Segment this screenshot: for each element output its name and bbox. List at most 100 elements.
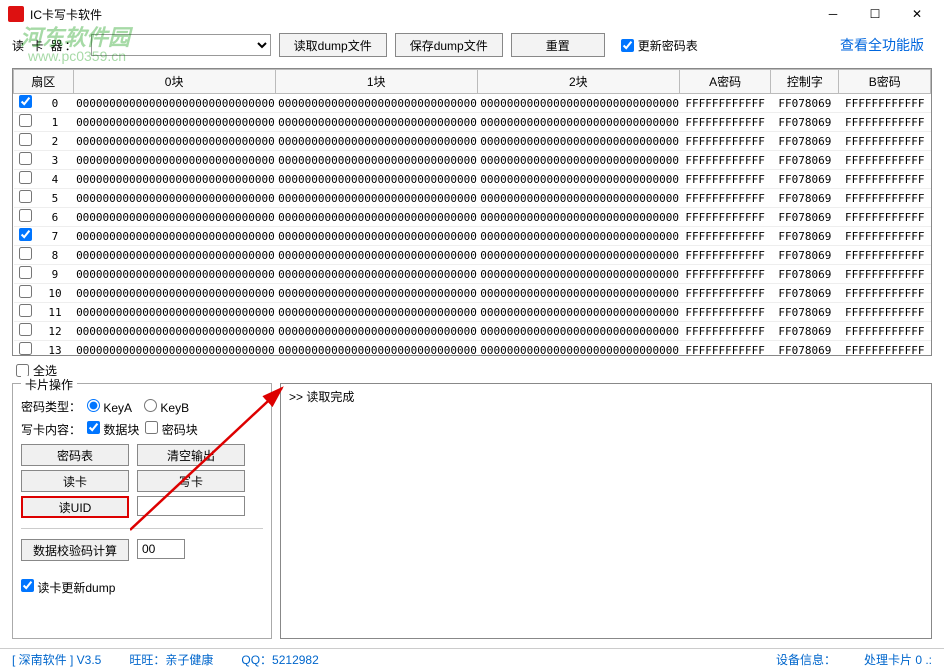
cell-b0: 00000000000000000000000000000000 — [73, 284, 275, 303]
pwd-block-checkbox[interactable]: 密码块 — [145, 421, 197, 438]
cell-b2: 00000000000000000000000000000000 — [477, 132, 679, 151]
cell-ctrl: FF078069 — [771, 322, 839, 341]
read-card-button[interactable]: 读卡 — [21, 470, 129, 492]
table-row[interactable]: 7 00000000000000000000000000000000 00000… — [14, 227, 931, 246]
cell-keya: FFFFFFFFFFFF — [679, 170, 770, 189]
cell-sector: 13 — [37, 341, 73, 357]
cell-keya: FFFFFFFFFFFF — [679, 341, 770, 357]
cell-sector: 6 — [37, 208, 73, 227]
update-pwd-input[interactable] — [621, 39, 634, 52]
select-all-checkbox[interactable]: 全选 — [16, 362, 928, 379]
update-dump-checkbox[interactable]: 读卡更新dump — [21, 579, 115, 596]
row-checkbox[interactable] — [19, 323, 32, 336]
keya-radio[interactable]: KeyA — [87, 399, 132, 415]
read-uid-button[interactable]: 读UID — [21, 496, 129, 518]
write-content-label: 写卡内容： — [21, 421, 81, 438]
cell-b1: 00000000000000000000000000000000 — [275, 284, 477, 303]
row-checkbox[interactable] — [19, 190, 32, 203]
cell-keyb: FFFFFFFFFFFF — [839, 170, 931, 189]
table-row[interactable]: 13 00000000000000000000000000000000 0000… — [14, 341, 931, 357]
crc-field[interactable] — [137, 539, 185, 559]
row-checkbox[interactable] — [19, 152, 32, 165]
clear-output-button[interactable]: 清空输出 — [137, 444, 245, 466]
cell-sector: 2 — [37, 132, 73, 151]
cell-keya: FFFFFFFFFFFF — [679, 322, 770, 341]
row-checkbox[interactable] — [19, 285, 32, 298]
status-card: 处理卡片 0 .: — [864, 651, 932, 668]
cell-sector: 0 — [37, 94, 73, 113]
row-checkbox[interactable] — [19, 342, 32, 355]
row-checkbox[interactable] — [19, 95, 32, 108]
cell-sector: 1 — [37, 113, 73, 132]
cell-b1: 00000000000000000000000000000000 — [275, 246, 477, 265]
col-b0[interactable]: 0块 — [73, 70, 275, 94]
cell-b1: 00000000000000000000000000000000 — [275, 189, 477, 208]
cell-b2: 00000000000000000000000000000000 — [477, 284, 679, 303]
cell-b2: 00000000000000000000000000000000 — [477, 170, 679, 189]
read-dump-button[interactable]: 读取dump文件 — [279, 33, 387, 57]
cell-b1: 00000000000000000000000000000000 — [275, 151, 477, 170]
cell-b1: 00000000000000000000000000000000 — [275, 303, 477, 322]
reset-button[interactable]: 重置 — [511, 33, 605, 57]
update-pwd-checkbox[interactable]: 更新密码表 — [621, 37, 698, 54]
table-row[interactable]: 3 00000000000000000000000000000000 00000… — [14, 151, 931, 170]
row-checkbox[interactable] — [19, 133, 32, 146]
cell-b1: 00000000000000000000000000000000 — [275, 322, 477, 341]
crc-button[interactable]: 数据校验码计算 — [21, 539, 129, 561]
uid-field[interactable] — [137, 496, 245, 516]
cell-sector: 11 — [37, 303, 73, 322]
cell-sector: 8 — [37, 246, 73, 265]
save-dump-button[interactable]: 保存dump文件 — [395, 33, 503, 57]
row-checkbox[interactable] — [19, 266, 32, 279]
cell-b2: 00000000000000000000000000000000 — [477, 113, 679, 132]
keyb-radio[interactable]: KeyB — [144, 399, 189, 415]
row-checkbox[interactable] — [19, 304, 32, 317]
col-b2[interactable]: 2块 — [477, 70, 679, 94]
cell-keya: FFFFFFFFFFFF — [679, 265, 770, 284]
col-keya[interactable]: A密码 — [679, 70, 770, 94]
cell-sector: 9 — [37, 265, 73, 284]
write-card-button[interactable]: 写卡 — [137, 470, 245, 492]
cell-b2: 00000000000000000000000000000000 — [477, 151, 679, 170]
cell-b2: 00000000000000000000000000000000 — [477, 189, 679, 208]
reader-select[interactable] — [91, 34, 271, 56]
row-checkbox[interactable] — [19, 171, 32, 184]
cell-keyb: FFFFFFFFFFFF — [839, 246, 931, 265]
table-row[interactable]: 2 00000000000000000000000000000000 00000… — [14, 132, 931, 151]
cell-sector: 5 — [37, 189, 73, 208]
full-version-link[interactable]: 查看全功能版 — [840, 35, 924, 55]
cell-b2: 00000000000000000000000000000000 — [477, 227, 679, 246]
cell-b0: 00000000000000000000000000000000 — [73, 170, 275, 189]
table-row[interactable]: 11 00000000000000000000000000000000 0000… — [14, 303, 931, 322]
card-ops-panel: 卡片操作 密码类型： KeyA KeyB 写卡内容： 数据块 密码块 密码表 清… — [12, 383, 272, 639]
col-sector[interactable]: 扇区 — [14, 70, 74, 94]
table-row[interactable]: 12 00000000000000000000000000000000 0000… — [14, 322, 931, 341]
table-row[interactable]: 9 00000000000000000000000000000000 00000… — [14, 265, 931, 284]
maximize-button[interactable]: ☐ — [856, 2, 894, 26]
cell-keyb: FFFFFFFFFFFF — [839, 94, 931, 113]
table-row[interactable]: 6 00000000000000000000000000000000 00000… — [14, 208, 931, 227]
cell-ctrl: FF078069 — [771, 227, 839, 246]
table-row[interactable]: 0 00000000000000000000000000000000 00000… — [14, 94, 931, 113]
col-keyb[interactable]: B密码 — [839, 70, 931, 94]
table-row[interactable]: 5 00000000000000000000000000000000 00000… — [14, 189, 931, 208]
row-checkbox[interactable] — [19, 114, 32, 127]
close-button[interactable]: ✕ — [898, 2, 936, 26]
col-ctrl[interactable]: 控制字 — [771, 70, 839, 94]
data-block-checkbox[interactable]: 数据块 — [87, 421, 139, 438]
col-b1[interactable]: 1块 — [275, 70, 477, 94]
table-row[interactable]: 8 00000000000000000000000000000000 00000… — [14, 246, 931, 265]
cell-b0: 00000000000000000000000000000000 — [73, 341, 275, 357]
minimize-button[interactable]: ─ — [814, 2, 852, 26]
cell-keya: FFFFFFFFFFFF — [679, 303, 770, 322]
row-checkbox[interactable] — [19, 209, 32, 222]
row-checkbox[interactable] — [19, 228, 32, 241]
cell-keyb: FFFFFFFFFFFF — [839, 227, 931, 246]
cell-b2: 00000000000000000000000000000000 — [477, 265, 679, 284]
table-row[interactable]: 1 00000000000000000000000000000000 00000… — [14, 113, 931, 132]
row-checkbox[interactable] — [19, 247, 32, 260]
cell-ctrl: FF078069 — [771, 94, 839, 113]
pwd-table-button[interactable]: 密码表 — [21, 444, 129, 466]
table-row[interactable]: 10 00000000000000000000000000000000 0000… — [14, 284, 931, 303]
table-row[interactable]: 4 00000000000000000000000000000000 00000… — [14, 170, 931, 189]
